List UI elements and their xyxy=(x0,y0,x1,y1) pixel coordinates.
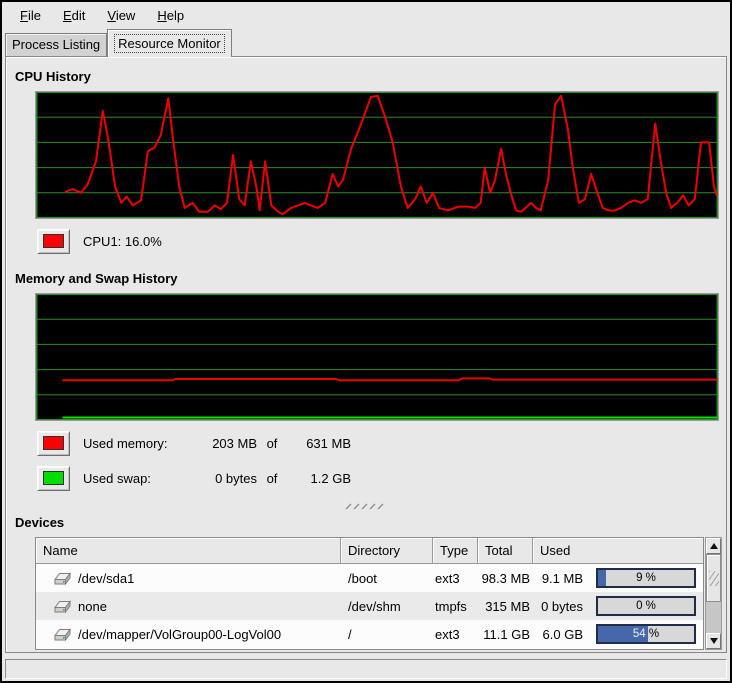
device-name: /dev/mapper/VolGroup00-LogVol00 xyxy=(78,627,281,642)
tab-process-listing[interactable]: Process Listing xyxy=(5,33,107,56)
thumb-grip-icon xyxy=(709,571,719,586)
devices-table: Name Directory Type Total Used /dev/sda1… xyxy=(35,537,704,650)
device-used: 0 bytes xyxy=(533,599,583,614)
device-name: none xyxy=(78,599,107,614)
memory-color-swatch xyxy=(43,436,64,450)
memory-history-title: Memory and Swap History xyxy=(15,271,726,286)
memory-color-button[interactable] xyxy=(37,431,70,456)
usage-percent-label: 9 % xyxy=(598,570,694,586)
usage-progress-fill: 54 % xyxy=(598,626,648,642)
device-used: 9.1 MB xyxy=(533,571,583,586)
device-directory: /dev/shm xyxy=(341,599,433,614)
system-monitor-window: File Edit View Help Process Listing Reso… xyxy=(0,0,732,683)
menu-edit[interactable]: Edit xyxy=(53,5,95,26)
memory-legend-label: Used memory: xyxy=(83,436,197,451)
pane-resize-grip[interactable] xyxy=(344,499,388,509)
cpu-graph-svg xyxy=(36,92,718,218)
hard-disk-icon xyxy=(54,627,71,641)
device-type: ext3 xyxy=(433,571,478,586)
status-bar xyxy=(5,659,727,679)
swap-used-value: 0 bytes xyxy=(197,471,257,486)
devices-area: Name Directory Type Total Used /dev/sda1… xyxy=(35,537,726,650)
device-used: 6.0 GB xyxy=(533,627,583,642)
disk-led xyxy=(63,609,65,611)
resource-monitor-page: CPU History CPU1: 16.0% Memory and Swap … xyxy=(5,56,727,653)
swap-color-button[interactable] xyxy=(37,466,70,491)
swap-legend: Used swap: 0 bytes of 1.2 GB xyxy=(37,465,726,491)
disk-led xyxy=(63,581,65,583)
cpu-legend-label: CPU1: 16.0% xyxy=(83,234,162,249)
down-arrow-icon xyxy=(710,638,718,644)
used-memory-line xyxy=(63,378,716,380)
menu-bar: File Edit View Help xyxy=(2,2,730,28)
header-total[interactable]: Total xyxy=(478,538,533,564)
device-type: ext3 xyxy=(433,627,478,642)
menu-view[interactable]: View xyxy=(97,5,145,26)
scrollbar-up-button[interactable] xyxy=(706,538,721,554)
swap-color-swatch xyxy=(43,471,64,485)
hard-disk-icon xyxy=(54,599,71,613)
devices-scrollbar[interactable] xyxy=(705,537,722,650)
device-row[interactable]: none /dev/shm tmpfs 315 MB 0 bytes 0 % 0… xyxy=(36,592,703,620)
tab-strip: Process Listing Resource Monitor xyxy=(2,28,730,56)
device-total: 315 MB xyxy=(478,599,533,614)
device-type: tmpfs xyxy=(433,599,478,614)
usage-progressbar: 54 % 54 % xyxy=(596,624,696,644)
device-name: /dev/sda1 xyxy=(78,571,134,586)
up-arrow-icon xyxy=(710,543,718,549)
header-name[interactable]: Name xyxy=(36,538,341,564)
scrollbar-track[interactable] xyxy=(706,554,721,633)
cpu1-line xyxy=(66,96,717,214)
cpu-legend: CPU1: 16.0% xyxy=(37,228,726,254)
tab-resource-monitor[interactable]: Resource Monitor xyxy=(107,29,232,57)
swap-of-label: of xyxy=(257,471,287,486)
header-used[interactable]: Used xyxy=(533,538,703,564)
memory-legend: Used memory: 203 MB of 631 MB xyxy=(37,430,726,456)
cpu-history-title: CPU History xyxy=(15,69,726,84)
cpu-color-swatch xyxy=(43,234,64,248)
cpu-history-graph xyxy=(35,91,719,219)
scrollbar-thumb[interactable] xyxy=(706,554,721,602)
device-directory: /boot xyxy=(341,571,433,586)
device-row[interactable]: /dev/mapper/VolGroup00-LogVol00 / ext3 1… xyxy=(36,620,703,648)
memory-of-label: of xyxy=(257,436,287,451)
scrollbar-down-button[interactable] xyxy=(706,633,721,649)
cpu-color-button[interactable] xyxy=(37,229,70,254)
swap-total-value: 1.2 GB xyxy=(287,471,351,486)
usage-progressbar: 9 % 9 % xyxy=(596,568,696,588)
memory-graph-svg xyxy=(36,294,718,420)
memory-used-value: 203 MB xyxy=(197,436,257,451)
device-total: 98.3 MB xyxy=(478,571,533,586)
usage-percent-label: 0 % xyxy=(598,598,694,614)
usage-progress-fill: 9 % xyxy=(598,570,606,586)
menu-file[interactable]: File xyxy=(10,5,51,26)
usage-progressbar: 0 % 0 % xyxy=(596,596,696,616)
header-directory[interactable]: Directory xyxy=(341,538,433,564)
device-directory: / xyxy=(341,627,433,642)
device-total: 11.1 GB xyxy=(478,627,533,642)
devices-table-body: /dev/sda1 /boot ext3 98.3 MB 9.1 MB 9 % … xyxy=(36,564,703,648)
devices-table-header: Name Directory Type Total Used xyxy=(36,538,703,564)
devices-title: Devices xyxy=(15,515,726,530)
memory-swap-graph xyxy=(35,293,719,421)
memory-total-value: 631 MB xyxy=(287,436,351,451)
header-type[interactable]: Type xyxy=(433,538,478,564)
swap-legend-label: Used swap: xyxy=(83,471,197,486)
hard-disk-icon xyxy=(54,571,71,585)
disk-led xyxy=(63,637,65,639)
menu-help[interactable]: Help xyxy=(147,5,194,26)
device-row[interactable]: /dev/sda1 /boot ext3 98.3 MB 9.1 MB 9 % … xyxy=(36,564,703,592)
